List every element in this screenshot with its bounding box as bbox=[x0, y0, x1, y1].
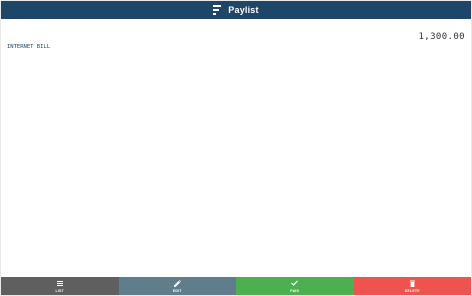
edit-button-label: EDIT bbox=[172, 288, 182, 293]
delete-button-label: DELETE bbox=[404, 288, 420, 293]
app-header: Paylist bbox=[1, 1, 471, 19]
paylist-logo-icon bbox=[213, 5, 222, 15]
paid-button[interactable]: PAID bbox=[236, 277, 354, 295]
bill-name: INTERNET BILL bbox=[7, 44, 51, 50]
check-icon bbox=[291, 280, 299, 287]
pencil-icon bbox=[173, 279, 181, 287]
list-button[interactable]: LIST bbox=[1, 277, 119, 295]
app-title: Paylist bbox=[228, 5, 259, 15]
app-window: Paylist 1,300.00 INTERNET BILL LIST EDIT bbox=[1, 1, 471, 295]
trash-icon bbox=[409, 280, 415, 287]
bill-amount: 1,300.00 bbox=[418, 32, 465, 42]
edit-button[interactable]: EDIT bbox=[118, 277, 236, 295]
delete-button[interactable]: DELETE bbox=[353, 277, 471, 295]
list-icon bbox=[56, 280, 63, 287]
paid-button-label: PAID bbox=[290, 288, 300, 293]
bottom-toolbar: LIST EDIT PAID DELETE bbox=[1, 277, 471, 295]
list-button-label: LIST bbox=[55, 288, 64, 293]
